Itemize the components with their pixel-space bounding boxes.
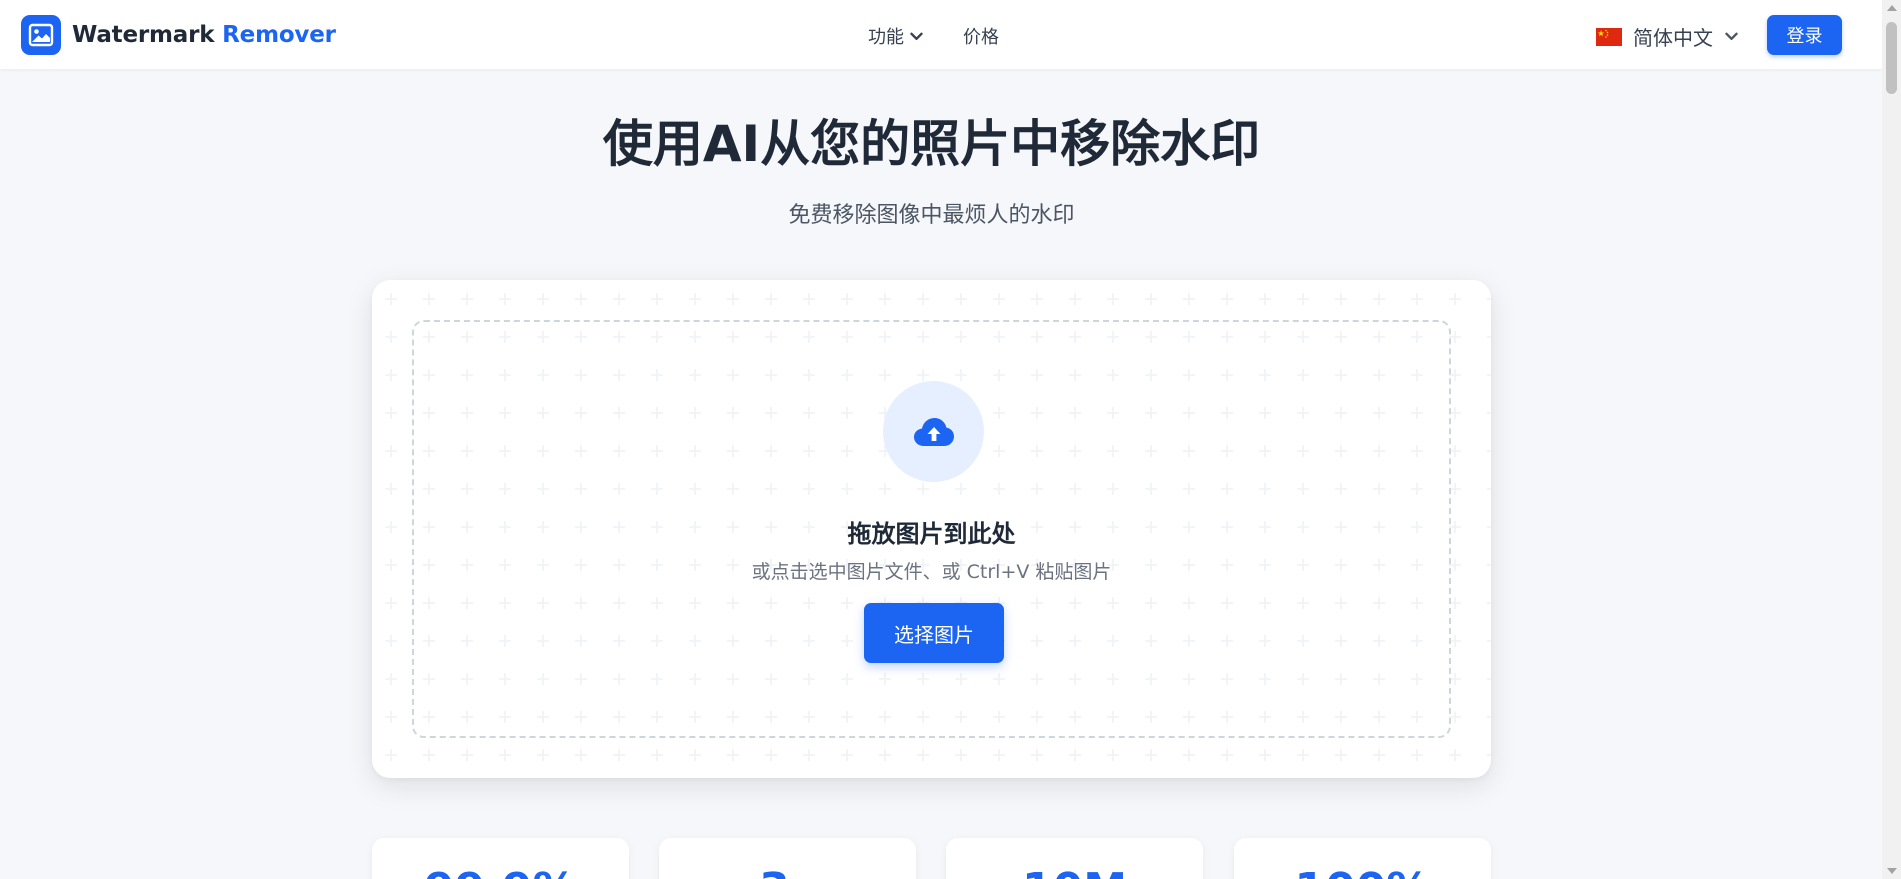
stat-card: 99.9% [372, 838, 629, 879]
stat-card: 10M [946, 838, 1203, 879]
language-label: 简体中文 [1633, 26, 1713, 50]
brand-name-part1: Watermark [72, 22, 215, 48]
stat-value: 10M [946, 864, 1203, 879]
stat-value: 100% [1234, 864, 1491, 879]
language-selector[interactable]: 简体中文 [1596, 22, 1738, 51]
stat-card: 3s [659, 838, 916, 879]
login-button[interactable]: 登录 [1767, 15, 1842, 55]
scroll-up-arrow-icon[interactable] [1887, 5, 1897, 11]
chevron-down-icon [1725, 32, 1738, 41]
choose-image-button[interactable]: 选择图片 [864, 603, 1004, 663]
upload-dropzone[interactable]: 拖放图片到此处 或点击选中图片文件、或 Ctrl+V 粘贴图片 选择图片 [412, 320, 1451, 738]
page-scrollbar[interactable] [1882, 0, 1901, 879]
stat-card: 100% [1234, 838, 1491, 879]
cloud-upload-icon [883, 381, 984, 482]
brand-name-part2: Remover [222, 22, 336, 48]
stat-value: 3s [659, 864, 916, 879]
page-subtitle: 免费移除图像中最烦人的水印 [788, 203, 1075, 228]
top-navbar: Watermark Remover 功能 价格 简体中文 登录 [0, 0, 1882, 70]
nav-item-features[interactable]: 功能 [868, 23, 923, 49]
stat-value: 99.9% [372, 864, 629, 879]
brand-logo[interactable]: Watermark Remover [21, 15, 336, 55]
chevron-down-icon [910, 32, 923, 41]
main-nav: 功能 价格 [868, 23, 999, 49]
brand-name: Watermark Remover [72, 22, 336, 48]
upload-card: 拖放图片到此处 或点击选中图片文件、或 Ctrl+V 粘贴图片 选择图片 [372, 280, 1491, 778]
nav-item-features-label: 功能 [868, 27, 904, 48]
nav-item-pricing[interactable]: 价格 [963, 23, 999, 49]
scroll-down-arrow-icon[interactable] [1887, 868, 1897, 874]
image-icon [21, 15, 61, 55]
page-title: 使用AI从您的照片中移除水印 [602, 115, 1261, 173]
cn-flag-icon [1596, 27, 1622, 46]
scrollbar-thumb[interactable] [1886, 22, 1897, 94]
dropzone-subtitle: 或点击选中图片文件、或 Ctrl+V 粘贴图片 [751, 561, 1112, 583]
dropzone-title: 拖放图片到此处 [847, 520, 1016, 548]
nav-item-pricing-label: 价格 [963, 27, 999, 48]
